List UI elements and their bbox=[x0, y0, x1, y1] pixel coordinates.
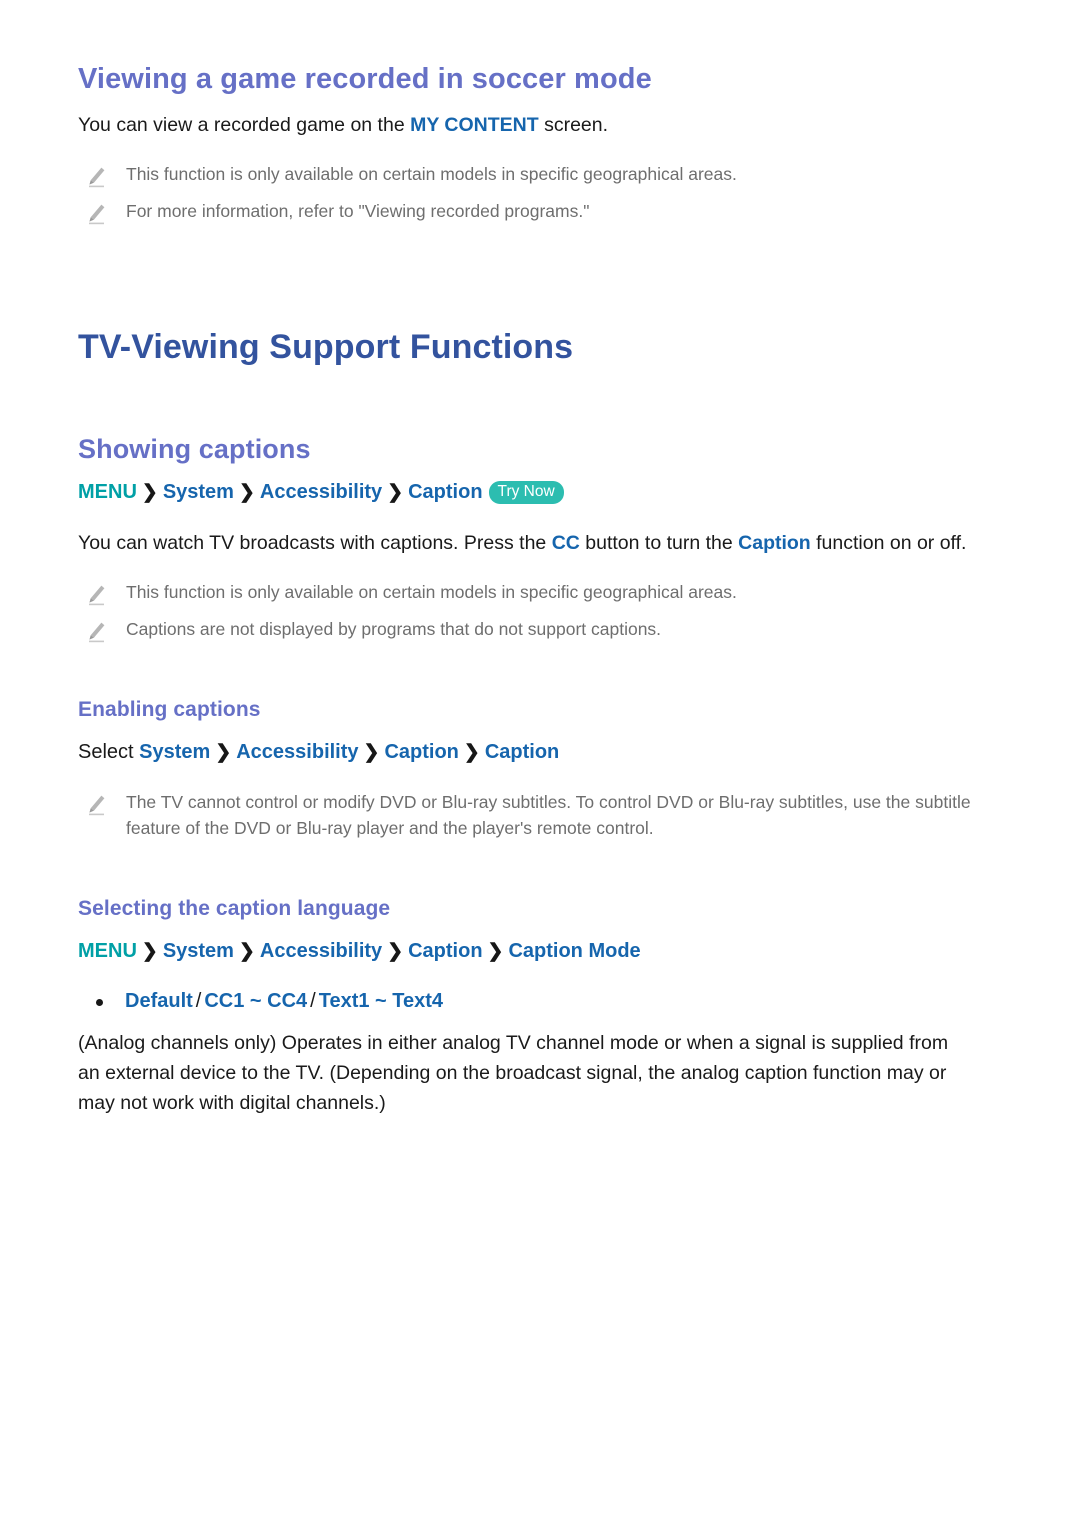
path-separator-icon: ❯ bbox=[463, 741, 480, 763]
bullet-dot-icon bbox=[96, 999, 103, 1007]
try-now-badge[interactable]: Try Now bbox=[488, 480, 564, 505]
path-separator-icon: ❯ bbox=[363, 741, 380, 763]
path-segment-caption[interactable]: Caption bbox=[408, 481, 482, 503]
section-title-showing-captions: Showing captions bbox=[78, 434, 311, 465]
note-item: This function is only available on certa… bbox=[78, 161, 1010, 188]
option-values: Default / CC1 ~ CC4/Text1 ~ Text4 bbox=[125, 988, 443, 1015]
path-segment-system[interactable]: System bbox=[139, 741, 210, 763]
menu-path-caption-mode: MENU ❯ System ❯ Accessibility ❯ Caption ❯ Captio… bbox=[78, 937, 1010, 966]
note-item: This function is only available on certa… bbox=[78, 579, 1010, 606]
note-text: This function is only available on certa… bbox=[126, 581, 737, 602]
path-separator-icon: ❯ bbox=[487, 941, 504, 963]
caption-keyword: Caption bbox=[738, 531, 811, 554]
option-default[interactable]: Default bbox=[125, 990, 193, 1012]
path-segment-caption-mode[interactable]: Caption Mode bbox=[508, 940, 640, 962]
option-text-range[interactable]: Text1 ~ Text4 bbox=[319, 990, 443, 1012]
topic-intro-suffix: screen. bbox=[538, 113, 609, 136]
menu-path-enabling-captions: Select System ❯ Accessibility ❯ Caption ❯ Capt… bbox=[78, 738, 1010, 767]
my-content-keyword: MY CONTENT bbox=[410, 113, 539, 136]
note-item: The TV cannot control or modify DVD or B… bbox=[78, 789, 1010, 842]
subsection-title-enabling-captions: Enabling captions bbox=[78, 697, 261, 721]
path-segment-accessibility[interactable]: Accessibility bbox=[236, 741, 358, 763]
pencil-icon bbox=[86, 621, 106, 643]
path-segment-accessibility[interactable]: Accessibility bbox=[260, 481, 382, 503]
pencil-icon bbox=[86, 203, 106, 225]
path-segment-caption-toggle[interactable]: Caption bbox=[485, 741, 559, 763]
body-part-2: button to turn the bbox=[579, 531, 739, 554]
option-list-item: Default / CC1 ~ CC4/Text1 ~ Text4 bbox=[78, 988, 1010, 1015]
pencil-icon bbox=[86, 584, 106, 606]
note-text: This function is only available on certa… bbox=[126, 163, 737, 184]
topic-title: Viewing a game recorded in soccer mode bbox=[78, 63, 652, 95]
path-separator-icon: ❯ bbox=[215, 741, 232, 763]
path-separator-icon: ❯ bbox=[387, 941, 404, 963]
option-cc-range[interactable]: CC1 ~ CC4 bbox=[204, 990, 307, 1012]
path-segment-caption[interactable]: Caption bbox=[384, 741, 458, 763]
path-separator-icon: ❯ bbox=[238, 941, 255, 963]
body-part-1: You can watch TV broadcasts with caption… bbox=[78, 531, 552, 554]
option-separator: / bbox=[310, 990, 316, 1013]
path-segment-system[interactable]: System bbox=[163, 481, 234, 503]
path-segment-accessibility[interactable]: Accessibility bbox=[260, 940, 382, 962]
path-separator-icon: ❯ bbox=[238, 481, 255, 503]
path-root-menu[interactable]: MENU bbox=[78, 940, 137, 962]
pencil-icon bbox=[86, 794, 106, 816]
note-text: The TV cannot control or modify DVD or B… bbox=[126, 791, 971, 839]
option-description-paragraph: (Analog channels only) Operates in eithe… bbox=[78, 1032, 949, 1114]
pencil-icon bbox=[86, 166, 106, 188]
note-item: Captions are not displayed by programs t… bbox=[78, 616, 1010, 643]
menu-path-showing-captions: MENU ❯ System ❯ Accessibility ❯ Caption Try Now bbox=[78, 478, 1010, 507]
section-body-paragraph: You can watch TV broadcasts with caption… bbox=[78, 529, 1010, 559]
body-part-3: function on or off. bbox=[810, 531, 967, 554]
chapter-title: TV-Viewing Support Functions bbox=[78, 327, 574, 366]
topic-intro-prefix: You can view a recorded game on the bbox=[78, 113, 411, 136]
document-page: Viewing a game recorded in soccer mode Y… bbox=[0, 0, 1080, 1119]
path-separator-icon: ❯ bbox=[387, 481, 404, 503]
option-separator: / bbox=[195, 990, 202, 1013]
path-lead-select: Select bbox=[78, 740, 140, 763]
path-segment-caption[interactable]: Caption bbox=[408, 940, 482, 962]
note-text: For more information, refer to "Viewing … bbox=[126, 200, 590, 221]
subsection-title-selecting-caption-language: Selecting the caption language bbox=[78, 897, 391, 921]
path-separator-icon: ❯ bbox=[141, 941, 158, 963]
topic-intro-paragraph: You can view a recorded game on the MY C… bbox=[78, 111, 1010, 141]
note-item: For more information, refer to "Viewing … bbox=[78, 198, 1010, 225]
path-separator-icon: ❯ bbox=[141, 481, 158, 503]
path-root-menu[interactable]: MENU bbox=[78, 481, 137, 503]
path-segment-system[interactable]: System bbox=[163, 940, 234, 962]
cc-keyword: CC bbox=[551, 531, 580, 554]
note-text: Captions are not displayed by programs t… bbox=[126, 618, 662, 639]
